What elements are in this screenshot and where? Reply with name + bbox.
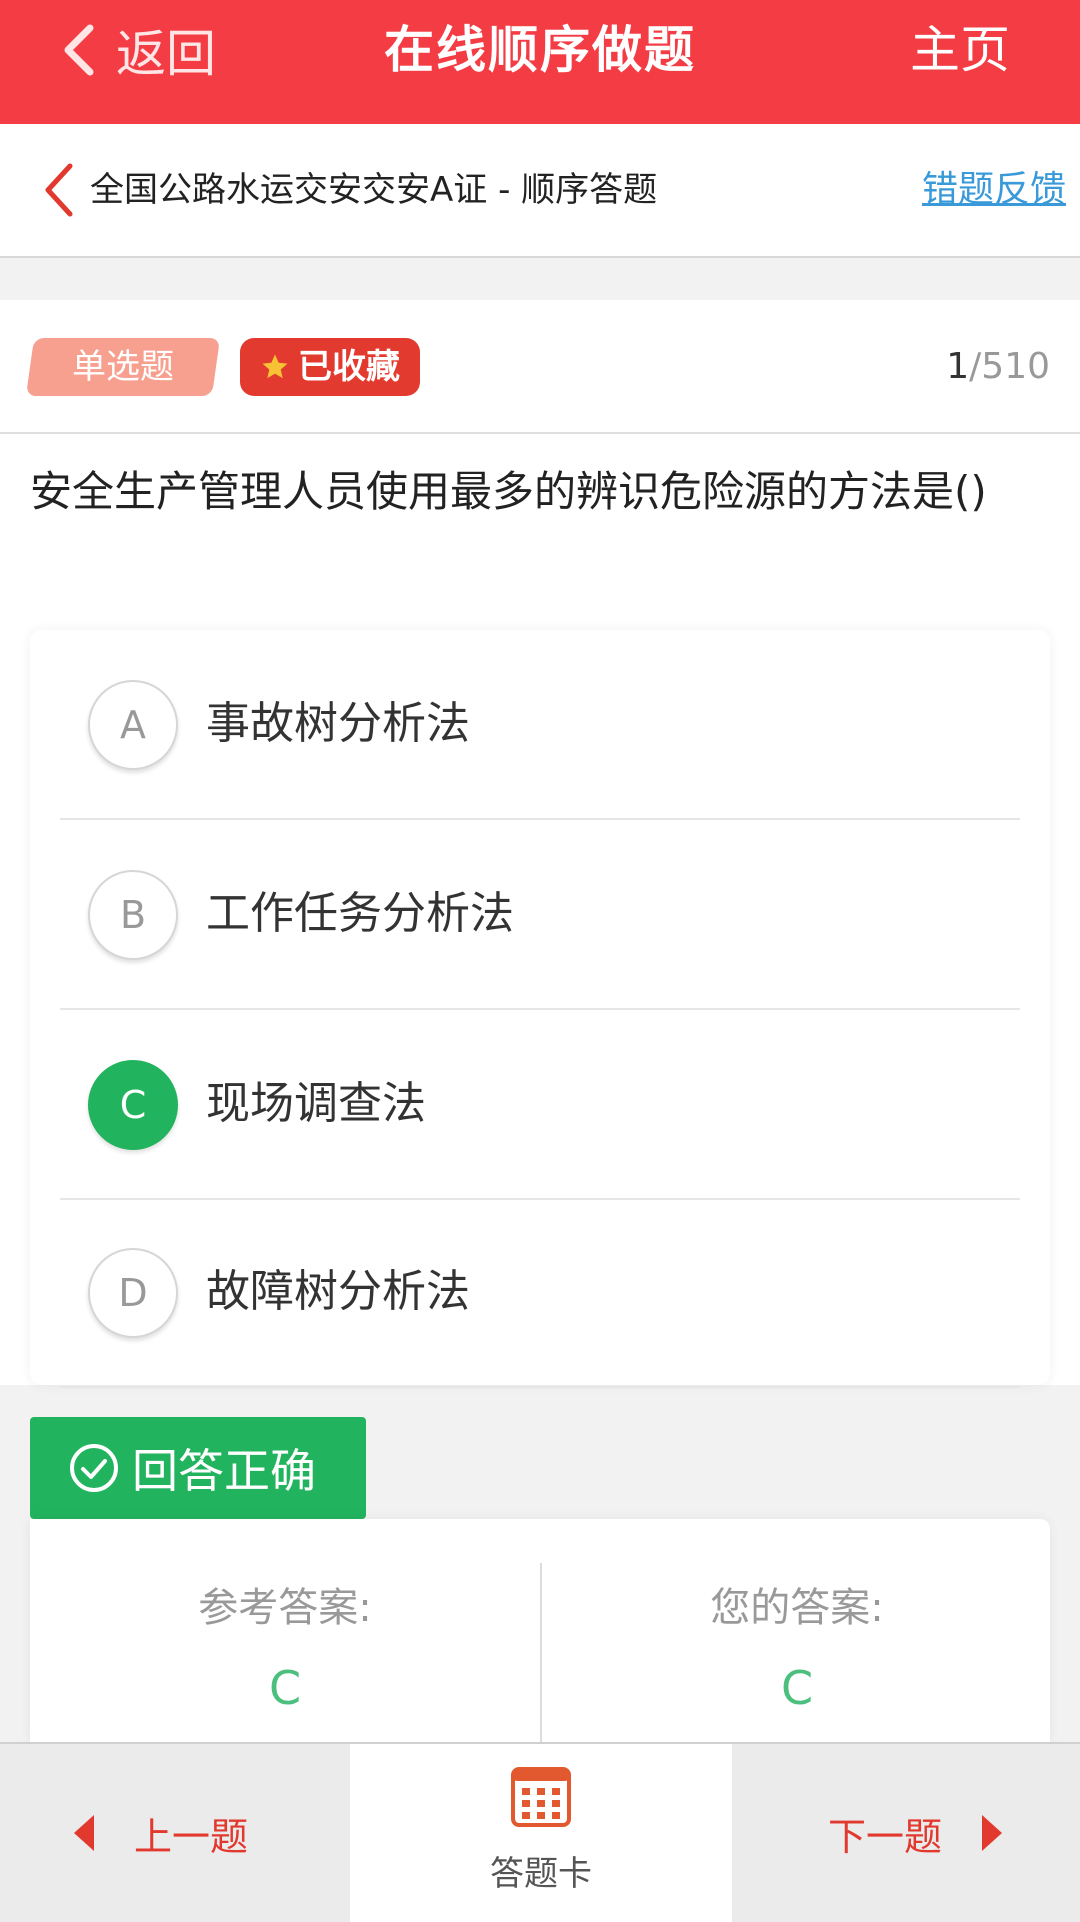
answer-sheet-label: 答题卡: [490, 1854, 592, 1894]
grid-icon: [511, 1767, 571, 1827]
prev-question-button[interactable]: 上一题: [74, 1744, 248, 1922]
option-a[interactable]: A 事故树分析法: [60, 630, 1020, 820]
your-answer-label: 您的答案:: [710, 1585, 884, 1631]
question-type-tag: 单选题: [25, 338, 221, 396]
result-status: 回答正确: [132, 1444, 316, 1498]
star-icon: [262, 354, 288, 379]
bottom-nav: 上一题 答题卡 下一题: [0, 1742, 1080, 1922]
option-letter: A: [88, 680, 178, 770]
question-current: 1: [946, 346, 970, 387]
reference-answer-label: 参考答案:: [198, 1585, 372, 1631]
triangle-left-icon: [74, 1815, 94, 1851]
question-text: 安全生产管理人员使用最多的辨识危险源的方法是(): [30, 467, 987, 516]
question-meta: 单选题 已收藏 1/510: [0, 300, 1080, 434]
question-card: 单选题 已收藏 1/510 安全生产管理人员使用最多的辨识危险源的方法是() A…: [0, 300, 1080, 1388]
question-counter: 1/510: [946, 338, 1050, 396]
reference-answer-value: C: [268, 1661, 302, 1715]
next-question-label: 下一题: [827, 1814, 942, 1859]
sub-header: 全国公路水运交安交安A证 - 顺序答题 错题反馈: [0, 124, 1080, 258]
answer-sheet-button[interactable]: 答题卡: [350, 1744, 732, 1922]
option-letter: B: [88, 870, 178, 960]
check-circle-icon: [70, 1444, 118, 1492]
favorite-label: 已收藏: [298, 347, 400, 387]
options-list: A 事故树分析法 B 工作任务分析法 C 现场调查法 D 故障树分析法: [30, 630, 1050, 1388]
option-b[interactable]: B 工作任务分析法: [60, 820, 1020, 1010]
option-text: 故障树分析法: [206, 1266, 470, 1317]
chevron-left-icon[interactable]: [40, 160, 76, 220]
option-letter: C: [88, 1060, 178, 1150]
option-text: 工作任务分析法: [206, 888, 514, 939]
home-button[interactable]: 主页: [910, 0, 1010, 100]
breadcrumb: 全国公路水运交安交安A证 - 顺序答题: [90, 170, 658, 210]
option-d[interactable]: D 故障树分析法: [60, 1198, 1020, 1388]
favorite-tag[interactable]: 已收藏: [240, 338, 420, 396]
error-feedback-link[interactable]: 错题反馈: [922, 124, 1066, 256]
question-total: /510: [969, 346, 1050, 387]
next-question-button[interactable]: 下一题: [828, 1744, 1002, 1922]
triangle-right-icon: [982, 1815, 1002, 1851]
reference-answer: 参考答案: C: [30, 1519, 540, 1744]
your-answer-value: C: [780, 1661, 814, 1715]
option-text: 现场调查法: [206, 1078, 426, 1129]
option-text: 事故树分析法: [206, 698, 470, 749]
result-badge: 回答正确: [30, 1417, 366, 1519]
prev-question-label: 上一题: [134, 1814, 249, 1859]
question-type-label: 单选题: [72, 347, 174, 387]
your-answer: 您的答案: C: [540, 1563, 1052, 1744]
option-c[interactable]: C 现场调查法: [60, 1010, 1020, 1200]
top-bar: 返回 在线顺序做题 主页: [0, 0, 1080, 124]
answer-card: 参考答案: C 您的答案: C: [30, 1519, 1050, 1744]
option-letter: D: [88, 1248, 178, 1338]
